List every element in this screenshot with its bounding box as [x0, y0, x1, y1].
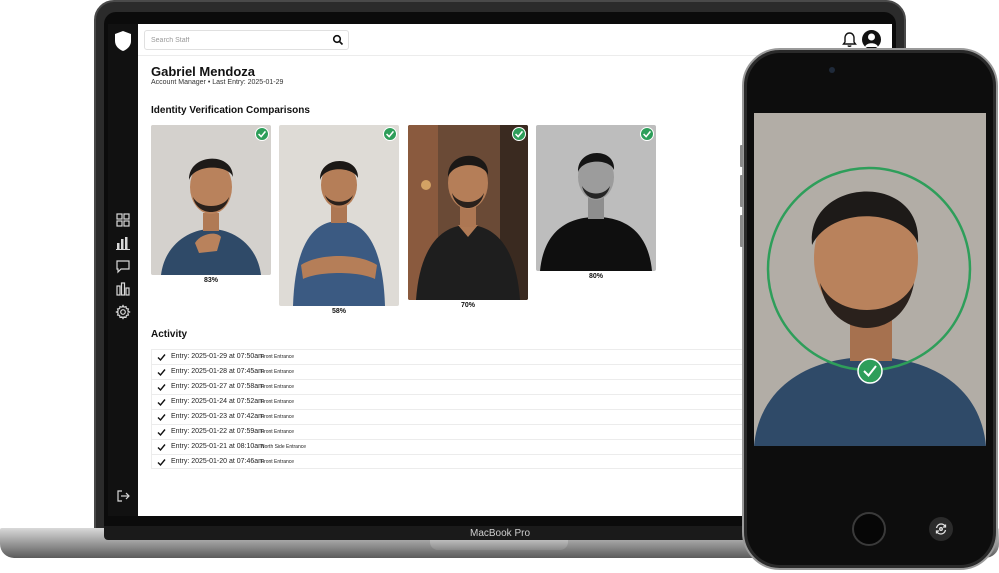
activity-location: Front Entrance — [261, 459, 295, 465]
phone-mute-switch — [740, 215, 743, 247]
activity-title: Activity — [151, 329, 188, 340]
switch-camera-button[interactable] — [929, 517, 953, 541]
activity-entry: Entry: 2025-01-22 at 07:59am — [171, 428, 265, 435]
activity-entry: Entry: 2025-01-29 at 07:50am — [171, 353, 265, 360]
activity-location: North Side Entrance — [261, 444, 307, 450]
search-box — [144, 30, 349, 50]
comparison-match-3: 70% — [460, 302, 475, 309]
comparison-match-4: 80% — [588, 273, 603, 280]
gear-icon[interactable] — [115, 304, 131, 320]
user-icon — [865, 33, 878, 47]
activity-entry: Entry: 2025-01-20 at 07:46am — [171, 458, 265, 465]
phone-volume-down — [740, 175, 743, 207]
activity-location: Front Entrance — [261, 414, 295, 420]
laptop-notch — [430, 540, 568, 550]
activity-entry: Entry: 2025-01-24 at 07:52am — [171, 398, 265, 405]
profile-subtitle: Account Manager • Last Entry: 2025-01-29 — [151, 79, 283, 86]
profile-role: Account Manager — [151, 79, 206, 86]
phone-volume-up — [740, 145, 743, 167]
verified-check-badge — [512, 127, 526, 141]
sidebar — [108, 24, 138, 516]
check-icon — [157, 369, 166, 377]
activity-entry: Entry: 2025-01-28 at 07:45am — [171, 368, 265, 375]
activity-entry: Entry: 2025-01-21 at 08:10am — [171, 443, 265, 450]
logout-icon[interactable] — [115, 488, 131, 504]
profile-name: Gabriel Mendoza — [151, 64, 256, 79]
comparison-photo-3[interactable] — [408, 125, 528, 300]
check-icon — [157, 414, 166, 422]
check-icon — [157, 399, 166, 407]
search-icon[interactable] — [332, 34, 344, 46]
laptop-model-label: MacBook Pro — [469, 528, 531, 539]
activity-location: Front Entrance — [261, 354, 295, 360]
avatar[interactable] — [862, 30, 881, 49]
comparison-photo-2[interactable] — [279, 125, 399, 306]
report-chart-icon[interactable] — [115, 281, 131, 297]
activity-location: Front Entrance — [261, 384, 295, 390]
face-scan-circle — [768, 167, 972, 371]
check-icon — [157, 444, 166, 452]
activity-location: Front Entrance — [261, 369, 295, 375]
verified-check-badge — [255, 127, 269, 141]
search-input[interactable] — [149, 33, 329, 47]
phone-camera-view — [754, 113, 986, 446]
comparison-match-2: 58% — [331, 308, 346, 315]
shutter-button[interactable] — [852, 512, 886, 546]
bell-icon[interactable] — [841, 30, 858, 48]
comparisons-title: Identity Verification Comparisons — [151, 105, 310, 116]
activity-entry: Entry: 2025-01-23 at 07:42am — [171, 413, 265, 420]
verified-check-badge — [383, 127, 397, 141]
bar-chart-icon[interactable] — [115, 235, 131, 251]
comparison-match-1: 83% — [203, 277, 218, 284]
grid-icon[interactable] — [115, 212, 131, 228]
switch-camera-icon — [935, 523, 947, 535]
check-icon — [157, 354, 166, 362]
shield-logo-icon[interactable] — [113, 30, 133, 52]
verified-check-badge — [858, 359, 882, 383]
front-camera — [829, 67, 835, 73]
activity-entry: Entry: 2025-01-27 at 07:58am — [171, 383, 265, 390]
activity-location: Front Entrance — [261, 399, 295, 405]
check-icon — [157, 459, 166, 467]
verified-check-badge — [640, 127, 654, 141]
chat-icon[interactable] — [115, 258, 131, 274]
activity-location: Front Entrance — [261, 429, 295, 435]
check-icon — [157, 384, 166, 392]
check-icon — [157, 429, 166, 437]
profile-last-entry: Last Entry: 2025-01-29 — [212, 79, 284, 86]
comparison-photo-1[interactable] — [151, 125, 271, 275]
comparison-photo-4[interactable] — [536, 125, 656, 271]
